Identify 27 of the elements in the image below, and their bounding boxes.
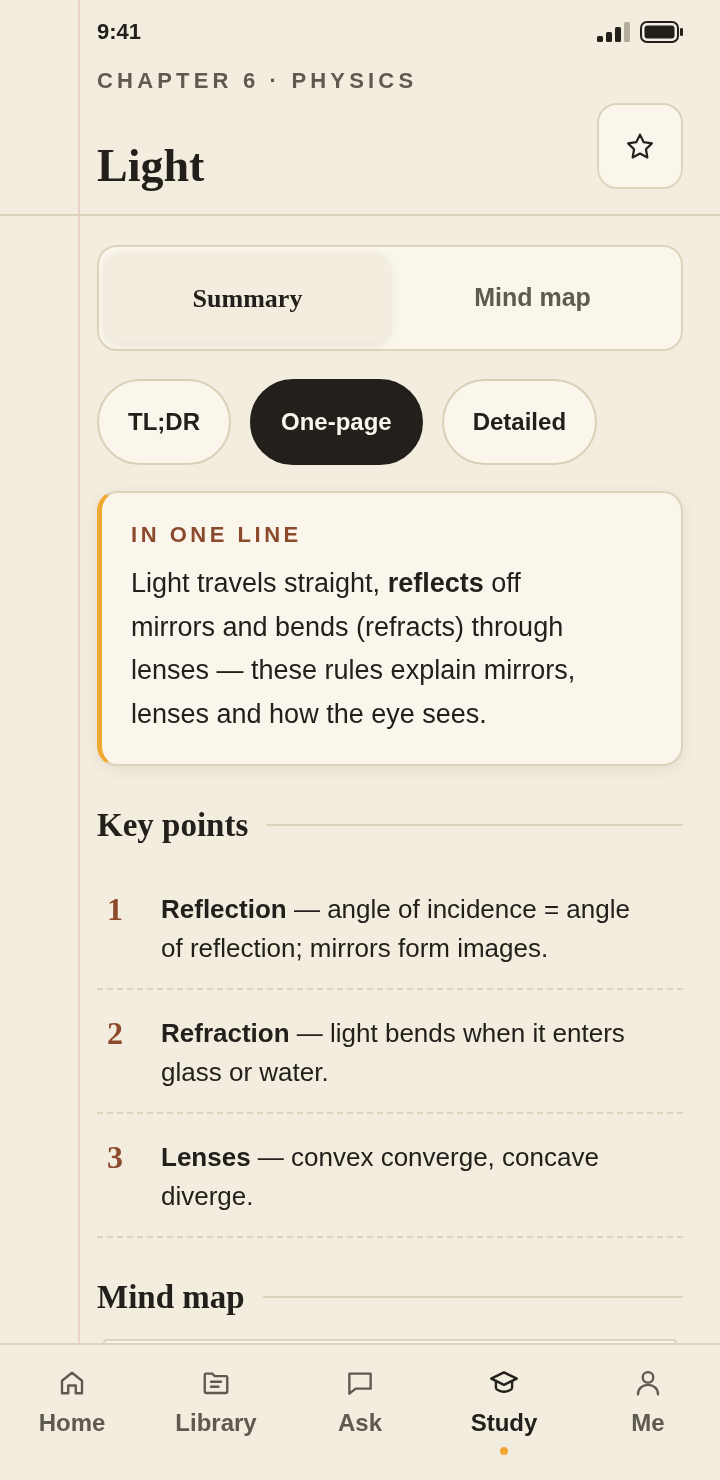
section-heading: Mind map bbox=[97, 1278, 245, 1317]
nav-tab[interactable]: Me bbox=[576, 1345, 720, 1480]
view-tab[interactable]: Summary bbox=[105, 253, 390, 343]
signal-icon bbox=[597, 22, 632, 42]
summary-text: Light travels straight, reflects off mirrors and bends (refracts) through lenses — these rules explain mirrors, lenses and how the eye sees. bbox=[131, 567, 577, 731]
star-icon bbox=[627, 133, 653, 159]
nav-tab[interactable]: Library bbox=[144, 1345, 288, 1480]
point-number: 1 bbox=[106, 890, 124, 929]
nav-tab[interactable]: Home bbox=[0, 1345, 144, 1480]
point-number: 3 bbox=[106, 1138, 124, 1177]
point-text: Refraction — light bends when it enters glass or water. bbox=[161, 1017, 626, 1089]
length-chip[interactable]: One-page bbox=[250, 379, 423, 465]
length-chip[interactable]: TL;DR bbox=[97, 379, 231, 465]
point-text: Lenses — convex converge, concave diverge. bbox=[161, 1141, 600, 1213]
card-label: IN ONE LINE bbox=[131, 521, 302, 549]
bookmark-button[interactable] bbox=[597, 103, 683, 189]
section-heading: Key points bbox=[97, 806, 249, 845]
nav-tab[interactable]: Study bbox=[432, 1345, 576, 1480]
point-text: Reflection — angle of incidence = angle of reflection; mirrors form images. bbox=[161, 893, 631, 965]
chapter-label: CHAPTER 6 · PHYSICS bbox=[97, 67, 418, 95]
view-tab[interactable]: Mind map bbox=[390, 253, 675, 343]
battery-icon bbox=[640, 21, 683, 43]
length-chip[interactable]: Detailed bbox=[441, 379, 598, 465]
status-time: 9:41 bbox=[97, 18, 142, 46]
nav-tab[interactable]: Ask bbox=[288, 1345, 432, 1480]
page-title: Light bbox=[97, 140, 205, 192]
point-number: 2 bbox=[106, 1014, 124, 1053]
